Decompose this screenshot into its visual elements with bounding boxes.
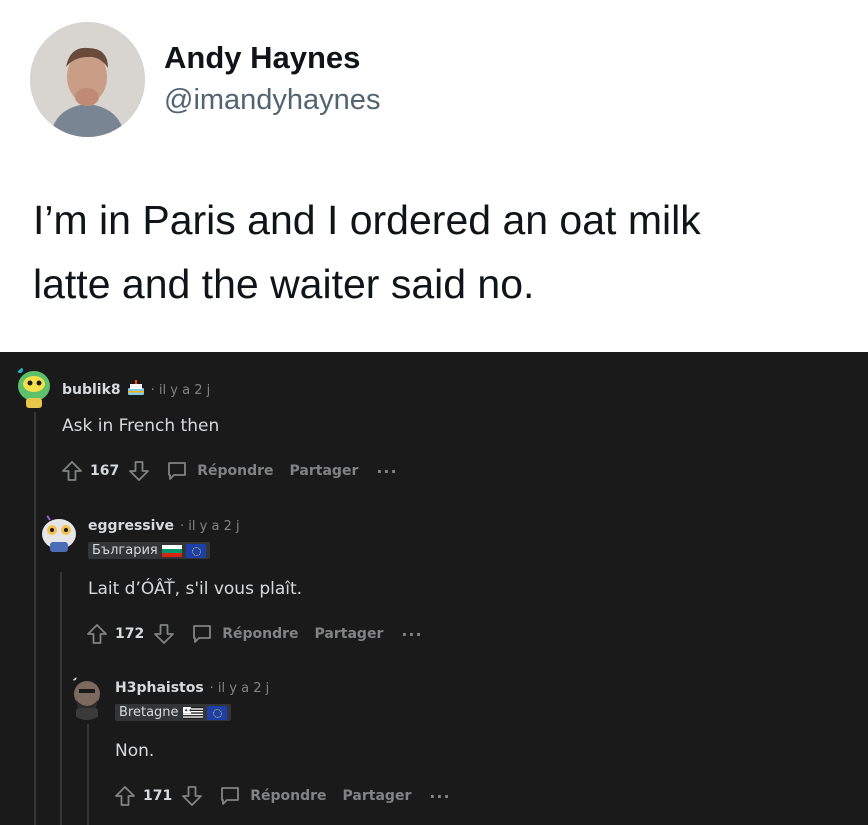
more-options-button[interactable]: ··· [401, 625, 422, 644]
comment-bubble-icon [190, 622, 214, 646]
reply-label: Répondre [250, 788, 327, 804]
tweet-avatar[interactable] [30, 22, 145, 137]
more-options-button[interactable]: ··· [376, 462, 397, 481]
comment-body: Ask in French then [62, 416, 220, 436]
comment-actions: 171 Répondre Partager ··· [113, 784, 451, 808]
comment-timestamp[interactable]: · il y a 2 j [151, 383, 211, 398]
comment-thread: bublik8 · il y a 2 j Ask in French then … [0, 352, 868, 825]
svg-text:✦✦: ✦✦ [184, 708, 192, 714]
downvote-icon[interactable] [152, 622, 176, 646]
reply-button[interactable]: Répondre [151, 459, 274, 483]
tweet-text: I’m in Paris and I ordered an oat milk l… [33, 188, 833, 316]
comment-actions: 167 Répondre Partager ··· [60, 459, 398, 483]
flair-text: Bretagne [119, 705, 179, 720]
vote-score: 171 [143, 788, 173, 804]
comment-username[interactable]: H3phaistos [115, 680, 204, 696]
share-button[interactable]: Partager [343, 788, 412, 804]
downvote-icon[interactable] [180, 784, 204, 808]
brittany-flag-icon: ✦✦ [182, 706, 203, 719]
reply-button[interactable]: Répondre [176, 622, 299, 646]
tweet-handle[interactable]: @imandyhaynes [164, 84, 380, 117]
avatar[interactable] [38, 512, 80, 556]
comment-meta: H3phaistos · il y a 2 j [115, 680, 269, 696]
upvote-icon[interactable] [113, 784, 137, 808]
vote-score: 172 [115, 626, 145, 642]
reply-button[interactable]: Répondre [204, 784, 327, 808]
comment-bubble-icon [165, 459, 189, 483]
avatar[interactable] [66, 674, 108, 720]
share-button[interactable]: Partager [315, 626, 384, 642]
thread-line[interactable] [87, 724, 89, 825]
upvote-icon[interactable] [85, 622, 109, 646]
tweet-author-name[interactable]: Andy Haynes [164, 40, 360, 76]
more-options-button[interactable]: ··· [429, 787, 450, 806]
eu-flag-icon [206, 705, 227, 720]
comment-bubble-icon [218, 784, 242, 808]
comment-meta: eggressive · il y a 2 j [88, 518, 240, 534]
tweet-text-line: I’m in Paris and I ordered an oat milk [33, 197, 701, 243]
user-flair: Bretagne ✦✦ [115, 704, 231, 721]
flair-text: България [92, 543, 158, 558]
upvote-icon[interactable] [60, 459, 84, 483]
comment-username[interactable]: eggressive [88, 518, 174, 534]
comment-body: Non. [115, 741, 155, 761]
tweet-text-line: latte and the waiter said no. [33, 261, 535, 307]
bulgaria-flag-icon [161, 544, 182, 557]
vote-score: 167 [90, 463, 120, 479]
reply-label: Répondre [222, 626, 299, 642]
avatar[interactable] [12, 364, 56, 410]
user-flair: България [88, 542, 210, 559]
cake-day-icon [127, 380, 145, 400]
comment-body: Lait d’ÓÂŤ, s'il vous plaît. [88, 579, 303, 599]
share-button[interactable]: Partager [290, 463, 359, 479]
comment-username[interactable]: bublik8 [62, 382, 121, 398]
comment-meta: bublik8 · il y a 2 j [62, 380, 210, 400]
comment-actions: 172 Répondre Partager ··· [85, 622, 423, 646]
thread-line[interactable] [34, 412, 36, 825]
downvote-icon[interactable] [127, 459, 151, 483]
tweet-card: Andy Haynes @imandyhaynes I’m in Paris a… [0, 0, 868, 352]
comment-timestamp[interactable]: · il y a 2 j [210, 681, 270, 696]
reply-label: Répondre [197, 463, 274, 479]
thread-line[interactable] [60, 572, 62, 825]
comment-timestamp[interactable]: · il y a 2 j [180, 519, 240, 534]
eu-flag-icon [185, 543, 206, 558]
